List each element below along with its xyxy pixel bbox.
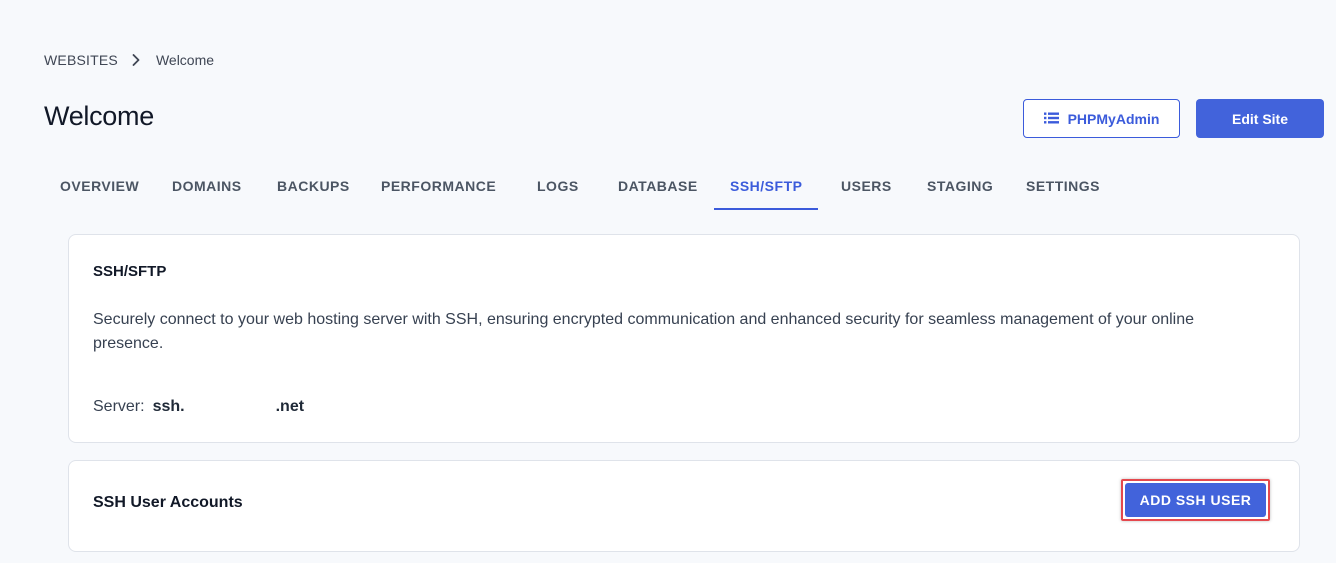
breadcrumb-websites-link[interactable]: WEBSITES	[44, 52, 118, 68]
breadcrumb: WEBSITES Welcome	[44, 51, 214, 69]
breadcrumb-current: Welcome	[155, 52, 215, 68]
tab-bar: OVERVIEW DOMAINS BACKUPS PERFORMANCE LOG…	[44, 166, 1144, 210]
server-label: Server:	[93, 398, 145, 415]
tab-performance[interactable]: PERFORMANCE	[381, 166, 496, 210]
list-icon	[1043, 111, 1059, 127]
edit-site-button[interactable]: Edit Site	[1196, 99, 1324, 138]
server-host-prefix: ssh.	[152, 398, 185, 415]
ssh-card-description: Securely connect to your web hosting ser…	[93, 311, 1195, 352]
tab-overview[interactable]: OVERVIEW	[60, 166, 139, 210]
page: WEBSITES Welcome Welcome PHPMyAdmin Edit…	[0, 0, 1336, 563]
tab-ssh-sftp[interactable]: SSH/SFTP	[713, 166, 820, 210]
ssh-user-accounts-card: SSH User Accounts	[68, 460, 1300, 552]
server-info: Server: ssh. .net	[93, 398, 304, 416]
ssh-users-title: SSH User Accounts	[93, 494, 243, 511]
tab-database[interactable]: DATABASE	[618, 166, 698, 210]
tab-users[interactable]: USERS	[841, 166, 892, 210]
page-title: Welcome	[44, 101, 154, 131]
tab-logs[interactable]: LOGS	[537, 166, 579, 210]
ssh-sftp-card: SSH/SFTP Securely connect to your web ho…	[68, 234, 1300, 443]
add-ssh-user-button[interactable]: ADD SSH USER	[1125, 483, 1266, 517]
phpmyadmin-button-label: PHPMyAdmin	[1067, 110, 1160, 127]
tab-domains[interactable]: DOMAINS	[172, 166, 242, 210]
tab-staging[interactable]: STAGING	[927, 166, 993, 210]
phpmyadmin-button[interactable]: PHPMyAdmin	[1023, 99, 1180, 138]
tab-settings[interactable]: SETTINGS	[1026, 166, 1100, 210]
server-host-suffix: .net	[275, 398, 305, 415]
chevron-right-icon	[132, 54, 140, 66]
tab-backups[interactable]: BACKUPS	[277, 166, 350, 210]
ssh-card-title: SSH/SFTP	[93, 263, 167, 280]
